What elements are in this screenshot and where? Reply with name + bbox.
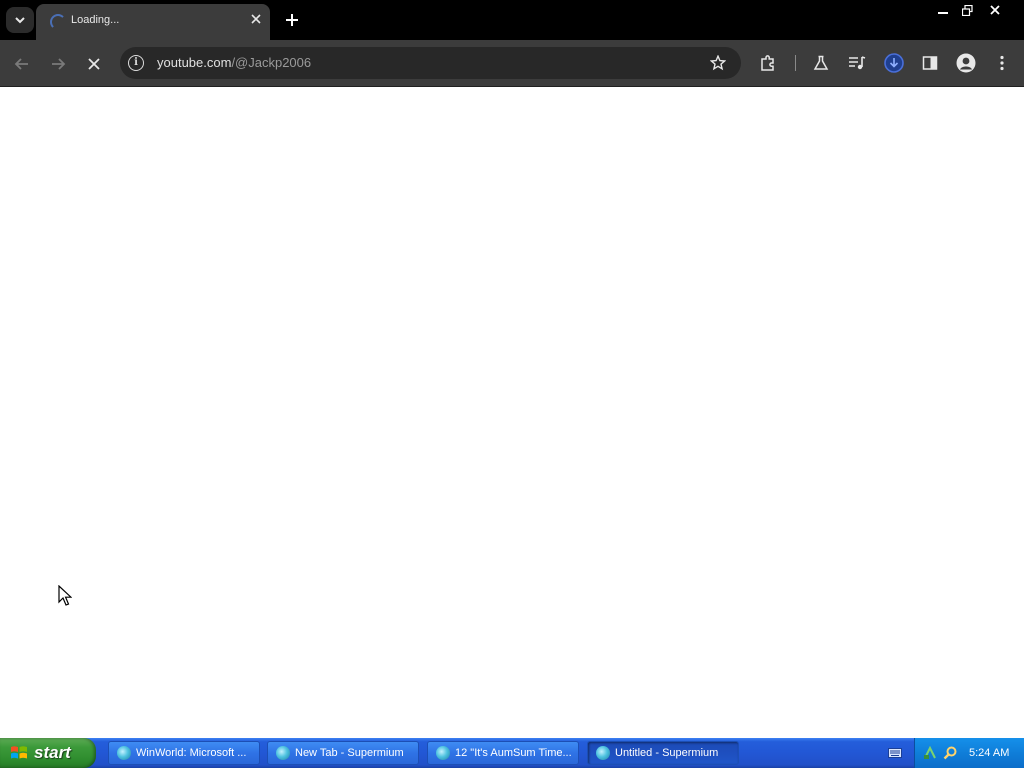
music-queue-icon: [849, 56, 866, 70]
page-content[interactable]: [0, 87, 1024, 738]
new-tab-button[interactable]: [282, 10, 302, 30]
more-vertical-icon: [1000, 55, 1004, 71]
tab-strip: Loading...: [0, 0, 1024, 40]
bookmark-button[interactable]: [709, 54, 727, 72]
side-panel-icon: [922, 56, 938, 70]
restore-icon: [961, 4, 973, 16]
star-icon: [710, 55, 726, 71]
tab-title: Loading...: [71, 14, 120, 26]
puzzle-icon: [761, 55, 774, 71]
close-icon: [990, 5, 1000, 15]
address-bar[interactable]: i youtube.com/@Jackp2006: [120, 47, 741, 79]
url-text[interactable]: youtube.com/@Jackp2006: [157, 55, 311, 70]
taskbar-button-label: Untitled - Supermium: [615, 747, 719, 759]
start-label: start: [34, 743, 71, 762]
tab-close-button[interactable]: [248, 11, 264, 27]
keyboard-icon[interactable]: [888, 748, 902, 758]
window-close-button[interactable]: [980, 2, 1010, 18]
taskbar-button-label: New Tab - Supermium: [295, 747, 404, 759]
taskbar-button[interactable]: WinWorld: Microsoft ...: [108, 741, 260, 765]
arrow-left-icon: [14, 58, 28, 70]
close-icon: [88, 58, 100, 70]
clock[interactable]: 5:24 AM: [969, 747, 1009, 759]
labs-button[interactable]: [810, 52, 832, 74]
supermium-icon: [117, 746, 131, 760]
taskbar-button-label: 12 "It's AumSum Time...: [455, 747, 572, 759]
plus-icon: [286, 14, 298, 26]
flask-icon: [813, 55, 829, 70]
minimize-button[interactable]: [932, 2, 954, 18]
download-icon: [884, 53, 904, 73]
loading-spinner-icon: [50, 14, 66, 30]
chevron-down-icon: [15, 17, 25, 24]
avatar-icon: [956, 53, 976, 73]
side-panel-button[interactable]: [919, 52, 941, 74]
minimize-icon: [938, 12, 948, 14]
system-tray: 5:24 AM: [914, 738, 1024, 768]
back-button[interactable]: [10, 52, 34, 76]
window-controls: [932, 2, 1010, 20]
taskbar-button-label: WinWorld: Microsoft ...: [136, 747, 247, 759]
site-info-icon[interactable]: i: [128, 55, 144, 71]
url-path: /@Jackp2006: [231, 55, 312, 70]
close-icon: [251, 14, 261, 24]
active-tab[interactable]: Loading...: [36, 4, 270, 40]
extensions-button[interactable]: [757, 52, 779, 74]
profile-button[interactable]: [955, 52, 977, 74]
taskbar-button[interactable]: 12 "It's AumSum Time...: [427, 741, 579, 765]
stop-loading-button[interactable]: [82, 52, 106, 76]
supermium-icon: [276, 746, 290, 760]
restore-button[interactable]: [956, 2, 978, 18]
downloads-button[interactable]: [883, 52, 905, 74]
network-icon[interactable]: [923, 746, 937, 760]
mouse-cursor-icon: [58, 585, 72, 606]
forward-button[interactable]: [46, 52, 70, 76]
windows-logo-icon: [11, 746, 27, 759]
browser-toolbar: i youtube.com/@Jackp2006: [0, 40, 1024, 87]
taskbar-button-active[interactable]: Untitled - Supermium: [587, 741, 739, 765]
supermium-icon: [596, 746, 610, 760]
tab-search-button[interactable]: [6, 7, 34, 33]
taskbar-button[interactable]: New Tab - Supermium: [267, 741, 419, 765]
url-host: youtube.com: [157, 55, 232, 70]
browser-menu-button[interactable]: [991, 52, 1013, 74]
supermium-icon: [436, 746, 450, 760]
arrow-right-icon: [52, 58, 66, 70]
toolbar-separator: [795, 55, 796, 71]
search-icon[interactable]: [943, 746, 957, 760]
media-controls-button[interactable]: [846, 52, 868, 74]
start-button[interactable]: start: [0, 738, 96, 768]
taskbar: start WinWorld: Microsoft ... New Tab - …: [0, 738, 1024, 768]
